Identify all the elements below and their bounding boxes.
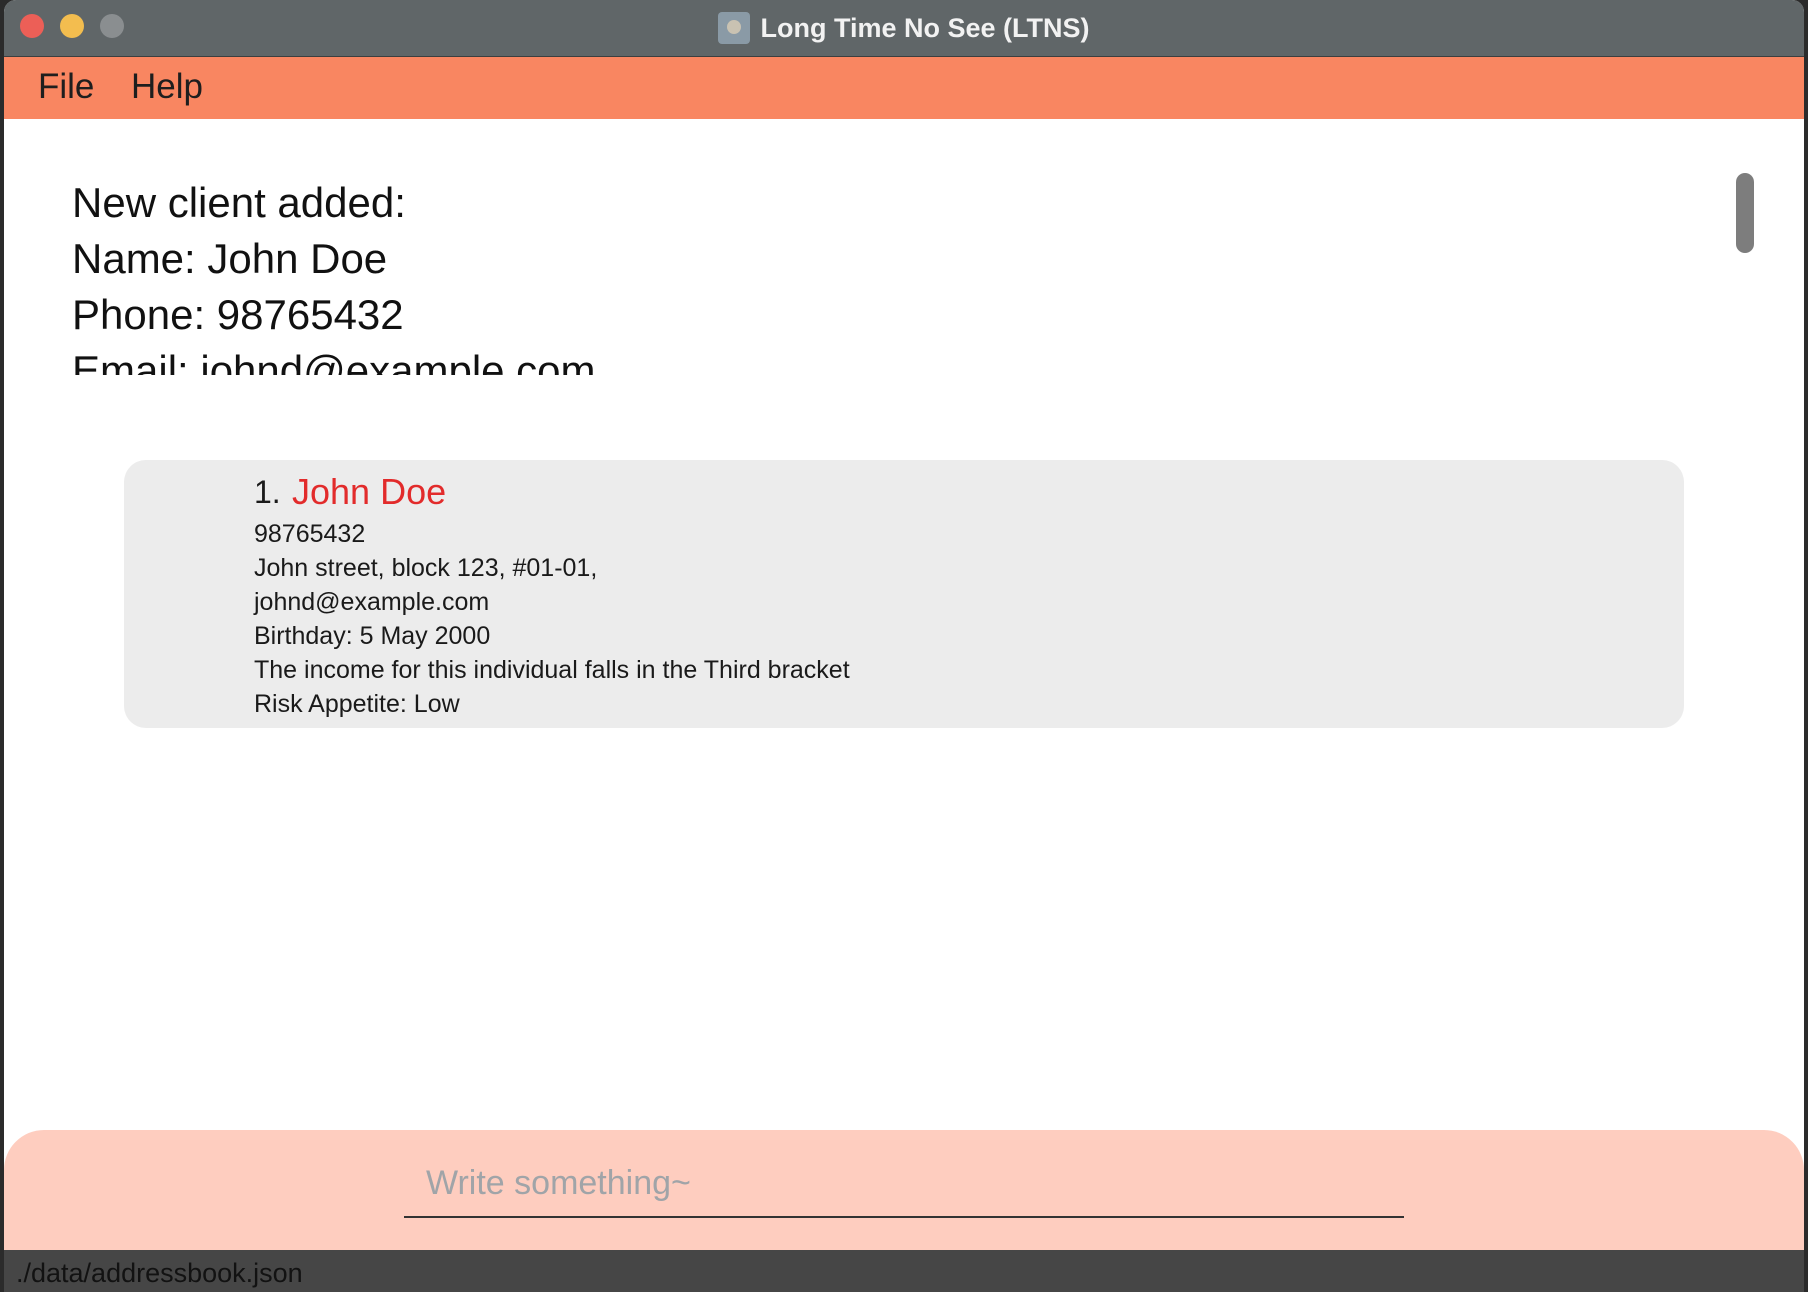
command-box xyxy=(4,1130,1804,1250)
menu-file[interactable]: File xyxy=(38,67,94,107)
save-file-path: ./data/addressbook.json xyxy=(16,1258,303,1288)
status-bar: ./data/addressbook.json xyxy=(4,1250,1804,1292)
client-list: 1. John Doe 98765432 John street, block … xyxy=(4,375,1804,1130)
result-line: Email: johnd@example.com xyxy=(72,347,596,377)
result-text: New client added: Name: John Doe Phone: … xyxy=(72,175,1672,377)
client-income: The income for this individual falls in … xyxy=(254,656,850,684)
result-line: Phone: 98765432 xyxy=(72,291,404,338)
menu-bar: File Help xyxy=(4,57,1804,119)
client-card[interactable]: 1. John Doe 98765432 John street, block … xyxy=(124,460,1684,728)
client-address: John street, block 123, #01-01, xyxy=(254,554,598,582)
client-risk-appetite: Risk Appetite: Low xyxy=(254,690,460,718)
app-window: Long Time No See (LTNS) File Help New cl… xyxy=(4,0,1804,1292)
app-icon xyxy=(718,12,751,44)
command-input[interactable] xyxy=(404,1150,1404,1218)
result-line: New client added: xyxy=(72,179,406,226)
title-bar: Long Time No See (LTNS) xyxy=(4,0,1804,57)
client-name: John Doe xyxy=(292,471,447,512)
menu-help[interactable]: Help xyxy=(131,67,203,107)
client-birthday: Birthday: 5 May 2000 xyxy=(254,622,491,650)
result-scrollbar[interactable] xyxy=(1736,173,1754,253)
window-title-container: Long Time No See (LTNS) xyxy=(4,0,1804,56)
client-phone: 98765432 xyxy=(254,520,366,548)
window-title: Long Time No See (LTNS) xyxy=(760,12,1090,43)
client-index: 1. xyxy=(254,474,281,510)
client-email: johnd@example.com xyxy=(254,588,490,616)
result-line: Name: John Doe xyxy=(72,235,388,282)
result-display[interactable]: New client added: Name: John Doe Phone: … xyxy=(4,119,1804,377)
